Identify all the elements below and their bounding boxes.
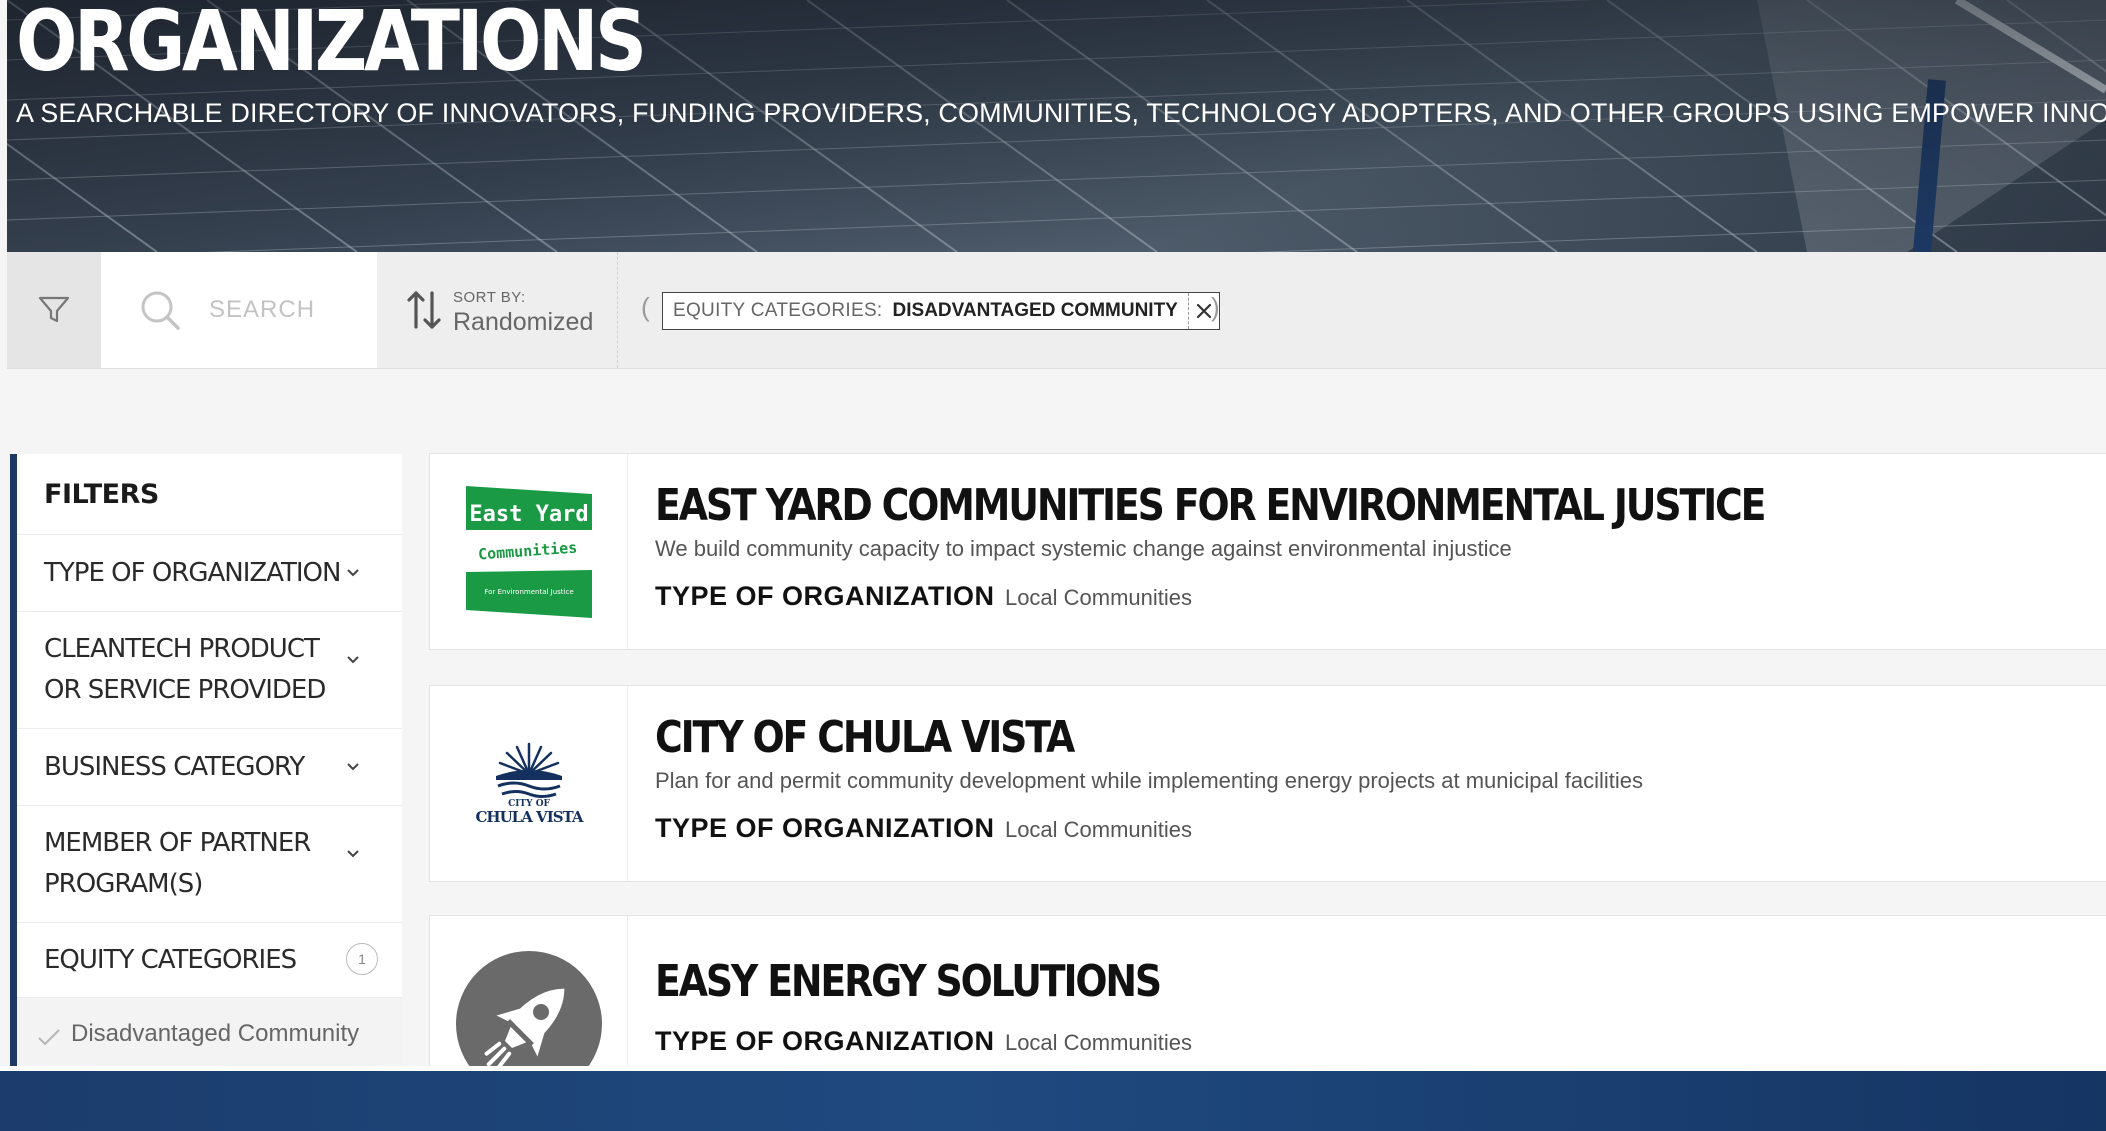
sort-text: SORT BY: Randomized — [453, 289, 593, 337]
organization-type-label: TYPE OF ORGANIZATION — [655, 813, 995, 843]
organization-name[interactable]: EAST YARD COMMUNITIES FOR ENVIRONMENTAL … — [655, 480, 1767, 532]
organization-type-value: Local Communities — [1004, 817, 1193, 842]
organization-description: We build community capacity to impact sy… — [655, 536, 1512, 561]
search-icon — [141, 291, 180, 330]
active-filter-category: EQUITY CATEGORIES: — [673, 300, 883, 321]
chevron-down-icon — [347, 569, 359, 577]
active-filter-value: DISADVANTAGED COMMUNITY — [892, 300, 1178, 321]
filter-equity-categories[interactable]: EQUITY CATEGORIES 1 — [17, 923, 402, 998]
filter-close-paren: ) — [1211, 292, 1220, 322]
filter-business-category[interactable]: BUSINESS CATEGORY — [17, 729, 402, 806]
filter-type-of-organization[interactable]: TYPE OF ORGANIZATION — [17, 535, 402, 612]
organization-logo: CITY OF CHULA VISTA — [430, 686, 628, 881]
chula-vista-logo: CITY OF CHULA VISTA — [475, 742, 584, 826]
filter-toggle-button[interactable] — [7, 252, 101, 368]
organization-card[interactable]: East Yard Communities For Environmental … — [429, 453, 2106, 650]
organization-description: Plan for and permit community developmen… — [655, 768, 1644, 793]
organization-name[interactable]: CITY OF CHULA VISTA — [655, 712, 1075, 764]
search-input[interactable] — [207, 295, 371, 325]
sort-value: Randomized — [453, 308, 594, 336]
filter-option-disadvantaged-community[interactable]: Disadvantaged Community — [17, 998, 402, 1070]
checkmark-icon — [38, 1029, 60, 1046]
search-box[interactable] — [101, 252, 377, 368]
sort-control[interactable]: SORT BY: Randomized — [377, 252, 618, 368]
organization-logo: East Yard Communities For Environmental … — [430, 454, 628, 649]
sort-label: SORT BY: — [453, 289, 526, 306]
svg-text:CHULA VISTA: CHULA VISTA — [475, 808, 583, 826]
chevron-down-icon — [347, 763, 359, 771]
active-filter-chip: EQUITY CATEGORIES: DISADVANTAGED COMMUNI… — [662, 292, 1220, 330]
hero-banner: ORGANIZATIONS A SEARCHABLE DIRECTORY OF … — [7, 0, 2106, 252]
bottom-color-bar — [0, 1071, 2106, 1131]
filters-sidebar: FILTERS TYPE OF ORGANIZATION CLEANTECH P… — [10, 454, 402, 1070]
organization-type-label: TYPE OF ORGANIZATION — [655, 1026, 995, 1056]
filter-label: EQUITY CATEGORIES — [44, 944, 297, 975]
filter-label: TYPE OF ORGANIZATION — [44, 557, 341, 588]
organization-type-value: Local Communities — [1004, 1030, 1193, 1055]
filter-open-paren: ( — [641, 292, 650, 322]
filters-heading: FILTERS — [17, 454, 402, 535]
svg-text:East Yard: East Yard — [469, 502, 588, 527]
organization-type-value: Local Communities — [1004, 585, 1193, 610]
page-title: ORGANIZATIONS — [16, 0, 647, 90]
filter-label: CLEANTECH PRODUCT OR SERVICE PROVIDED — [44, 634, 326, 705]
chevron-down-icon — [347, 850, 359, 858]
east-yard-logo: East Yard Communities For Environmental … — [465, 485, 592, 618]
svg-text:For Environmental Justice: For Environmental Justice — [484, 588, 573, 596]
filter-label: MEMBER OF PARTNER PROGRAM(S) — [44, 828, 311, 899]
filter-member-of-partner-program[interactable]: MEMBER OF PARTNER PROGRAM(S) — [17, 806, 402, 923]
organization-card[interactable]: CITY OF CHULA VISTA CITY OF CHULA VISTA … — [429, 685, 2106, 882]
organization-name[interactable]: EASY ENERGY SOLUTIONS — [655, 956, 1162, 1008]
filter-label: BUSINESS CATEGORY — [44, 751, 305, 782]
organization-type: TYPE OF ORGANIZATION Local Communities — [655, 1026, 1192, 1057]
page-subtitle: A SEARCHABLE DIRECTORY OF INNOVATORS, FU… — [16, 98, 2106, 128]
chevron-down-icon — [347, 656, 359, 664]
organization-type-label: TYPE OF ORGANIZATION — [655, 581, 995, 611]
organization-type: TYPE OF ORGANIZATION Local Communities — [655, 813, 1192, 844]
filter-count-badge: 1 — [346, 943, 378, 975]
organization-type: TYPE OF ORGANIZATION Local Communities — [655, 581, 1192, 612]
sort-arrows-icon — [407, 291, 441, 329]
filter-cleantech-product[interactable]: CLEANTECH PRODUCT OR SERVICE PROVIDED — [17, 612, 402, 729]
close-icon — [1196, 303, 1211, 319]
filter-option-label: Disadvantaged Community — [71, 1020, 360, 1047]
organizations-page: ORGANIZATIONS A SEARCHABLE DIRECTORY OF … — [0, 0, 2106, 1131]
filter-funnel-icon — [38, 296, 70, 323]
